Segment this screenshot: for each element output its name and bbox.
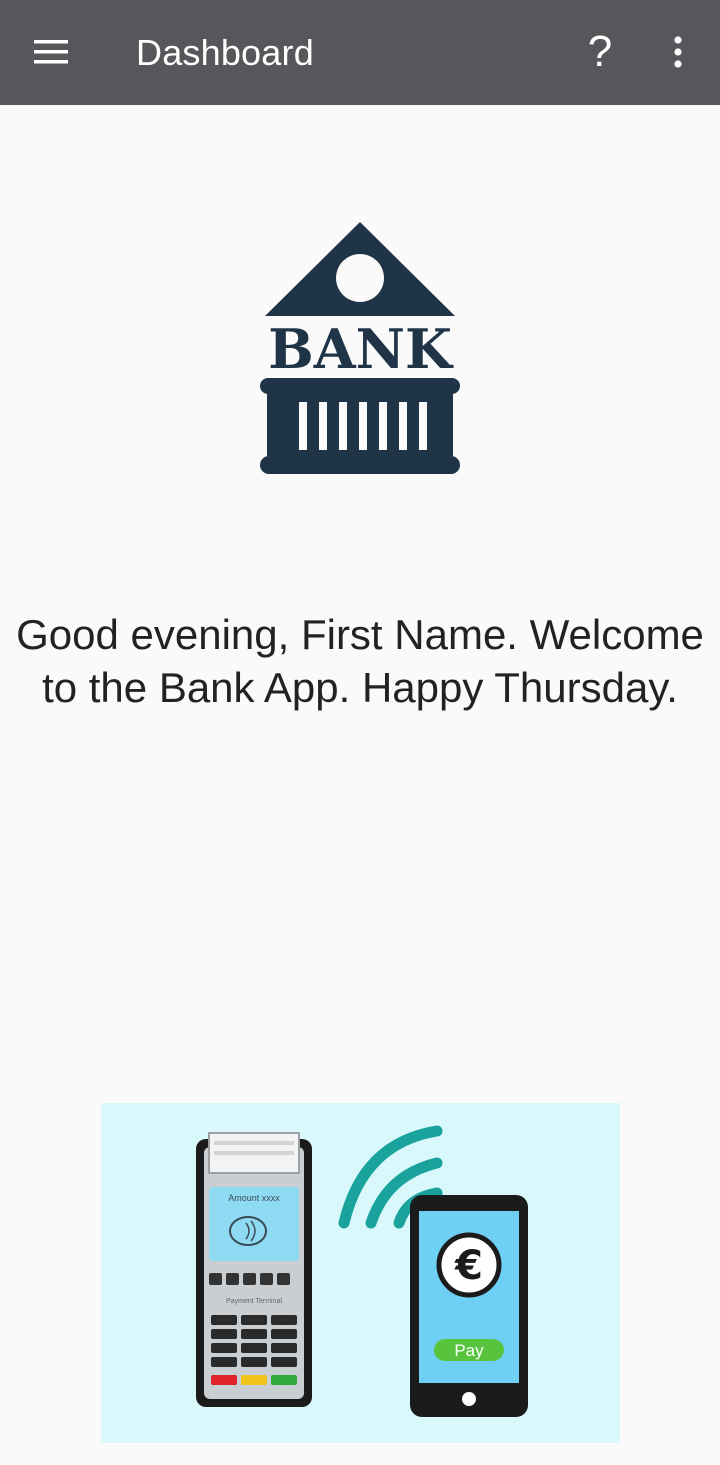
app-bar: Dashboard ?	[0, 0, 720, 105]
menu-button[interactable]	[22, 22, 82, 82]
hamburger-menu-icon	[34, 40, 68, 64]
bank-logo-text: BANK	[268, 317, 454, 381]
terminal-screen-text: Amount xxxx	[228, 1193, 280, 1203]
terminal-label: Payment Terminal	[226, 1298, 282, 1305]
payment-terminal-graphic: Amount xxxx Payment Terminal	[196, 1132, 312, 1407]
page-title: Dashboard	[136, 32, 314, 73]
more-options-button[interactable]	[648, 22, 708, 82]
help-button[interactable]: ?	[570, 22, 630, 82]
pay-button-text: Pay	[454, 1341, 484, 1360]
euro-symbol: €	[454, 1243, 483, 1289]
bank-logo: BANK	[260, 222, 460, 474]
more-vert-icon	[674, 36, 682, 68]
contactless-payment-illustration: Amount xxxx Payment Terminal € Pay	[101, 1103, 620, 1443]
greeting-message: Good evening, First Name. Welcome to the…	[16, 611, 704, 711]
smartphone-graphic: € Pay	[410, 1195, 528, 1417]
help-icon: ?	[587, 27, 613, 76]
